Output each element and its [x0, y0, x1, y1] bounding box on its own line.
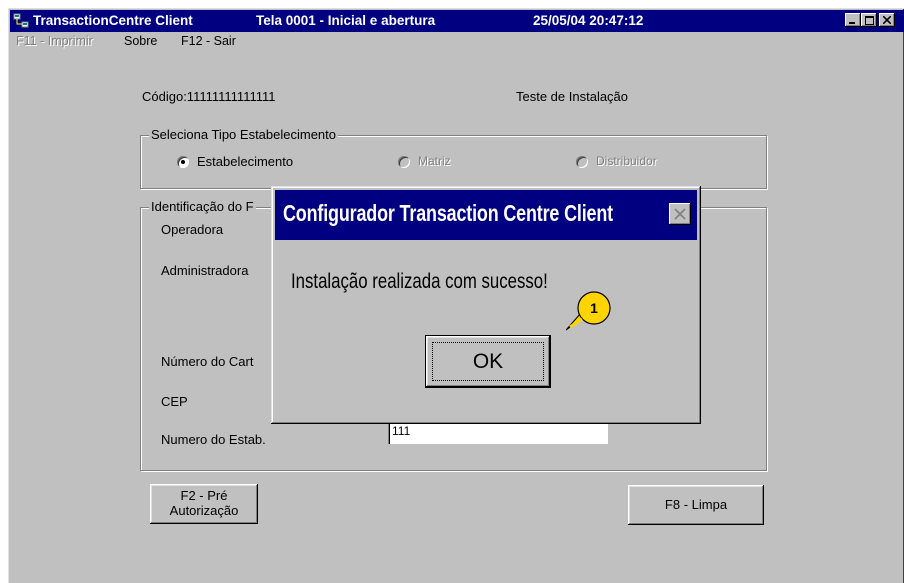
- radio-estabelecimento[interactable]: [177, 156, 189, 168]
- dialog-close-button[interactable]: [669, 203, 691, 225]
- close-icon: [883, 16, 891, 24]
- menu-imprimir[interactable]: F11 - Imprimir: [16, 34, 93, 48]
- operadora-label: Operadora: [161, 222, 224, 237]
- numero-cartao-label: Número do Cart: [161, 354, 254, 369]
- close-icon: [674, 208, 686, 220]
- title-bar[interactable]: TransactionCentre Client Tela 0001 - Ini…: [10, 10, 904, 32]
- maximize-icon: [864, 15, 874, 25]
- identificacao-group-title: Identificação do F: [149, 199, 256, 214]
- app-title: TransactionCentre Client: [33, 13, 193, 28]
- confirmation-dialog: Configurador Transaction Centre Client I…: [271, 186, 701, 424]
- radio-matriz-label[interactable]: Matriz: [418, 154, 451, 168]
- limpa-button[interactable]: F8 - Limpa: [628, 485, 764, 525]
- dialog-message: Instalação realizada com sucesso!: [291, 270, 548, 293]
- numero-estab-value: 111: [392, 424, 411, 438]
- tipo-estabelecimento-group: Seleciona Tipo Estabelecimento Estabelec…: [140, 127, 767, 189]
- minimize-button[interactable]: [845, 13, 861, 27]
- numero-estab-field[interactable]: 111: [388, 422, 608, 444]
- radio-matriz[interactable]: [398, 156, 410, 168]
- radio-distribuidor-label[interactable]: Distribuidor: [596, 154, 657, 168]
- administradora-label: Administradora: [161, 263, 249, 278]
- ok-button-label: OK: [432, 342, 544, 381]
- limpa-label: F8 - Limpa: [664, 497, 728, 512]
- app-icon: [13, 13, 29, 28]
- pre-autorizacao-label-line1: F2 - Pré: [180, 488, 228, 503]
- callout-number: 1: [590, 300, 598, 316]
- numero-estab-label: Numero do Estab.: [161, 432, 266, 447]
- maximize-button[interactable]: [861, 13, 877, 27]
- ok-button[interactable]: OK: [426, 336, 550, 387]
- menu-sobre[interactable]: Sobre: [124, 34, 157, 48]
- pre-autorizacao-label-line2: Autorização: [169, 503, 239, 518]
- menu-sair[interactable]: F12 - Sair: [181, 34, 236, 48]
- callout-marker: 1: [566, 291, 611, 331]
- radio-estabelecimento-label[interactable]: Estabelecimento: [197, 154, 293, 169]
- datetime-label: 25/05/04 20:47:12: [533, 13, 644, 28]
- codigo-label: Código:11111111111111: [142, 89, 276, 104]
- radio-distribuidor[interactable]: [576, 156, 588, 168]
- tipo-group-title: Seleciona Tipo Estabelecimento: [149, 127, 339, 142]
- close-button[interactable]: [879, 13, 895, 27]
- menu-bar: F11 - Imprimir Sobre F12 - Sair: [10, 32, 904, 52]
- cep-label: CEP: [161, 394, 188, 409]
- dialog-title-bar[interactable]: Configurador Transaction Centre Client: [275, 190, 697, 240]
- pre-autorizacao-button[interactable]: F2 - Pré Autorização: [150, 484, 258, 524]
- dialog-title: Configurador Transaction Centre Client: [283, 200, 613, 226]
- teste-label: Teste de Instalação: [516, 89, 629, 104]
- screen-title: Tela 0001 - Inicial e abertura: [256, 13, 436, 28]
- minimize-icon: [849, 21, 855, 24]
